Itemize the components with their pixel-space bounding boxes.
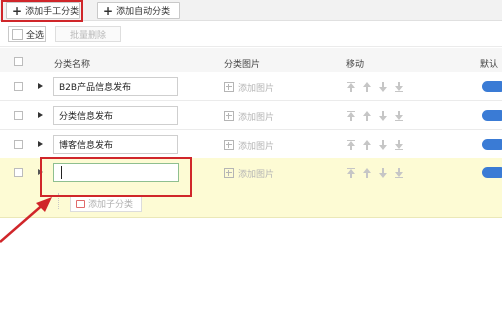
default-toggle[interactable] bbox=[482, 139, 502, 150]
move-up-icon[interactable] bbox=[362, 111, 372, 121]
move-down-icon[interactable] bbox=[378, 168, 388, 178]
plus-icon: + bbox=[103, 3, 114, 18]
add-image-button[interactable]: 添加图片 bbox=[224, 81, 275, 94]
add-subcategory-icon bbox=[76, 199, 85, 208]
header-checkbox[interactable] bbox=[14, 57, 23, 66]
move-top-icon[interactable] bbox=[346, 111, 356, 121]
select-all-button[interactable]: 全选 bbox=[8, 26, 46, 42]
move-bottom-icon[interactable] bbox=[394, 168, 404, 178]
move-controls bbox=[346, 168, 404, 178]
add-image-label: 添加图片 bbox=[238, 83, 275, 94]
move-down-icon[interactable] bbox=[378, 111, 388, 121]
bulk-delete-button[interactable]: 批量删除 bbox=[55, 26, 121, 42]
column-header-default: 默认 bbox=[480, 60, 499, 70]
move-top-icon[interactable] bbox=[346, 82, 356, 92]
move-controls bbox=[346, 82, 404, 92]
category-name-field[interactable]: B2B产品信息发布 bbox=[53, 77, 178, 96]
add-auto-category-label: 添加自动分类 bbox=[116, 7, 171, 17]
move-top-icon[interactable] bbox=[346, 140, 356, 150]
row-checkbox[interactable] bbox=[14, 82, 23, 91]
move-down-icon[interactable] bbox=[378, 140, 388, 150]
add-image-button[interactable]: 添加图片 bbox=[224, 110, 275, 123]
add-auto-category-button[interactable]: + 添加自动分类 bbox=[97, 2, 180, 19]
select-all-checkbox[interactable] bbox=[12, 28, 23, 40]
move-up-icon[interactable] bbox=[362, 140, 372, 150]
add-image-label: 添加图片 bbox=[238, 112, 275, 123]
row-checkbox[interactable] bbox=[14, 168, 23, 177]
category-name-field[interactable]: 分类信息发布 bbox=[53, 106, 178, 125]
move-bottom-icon[interactable] bbox=[394, 140, 404, 150]
add-image-label: 添加图片 bbox=[238, 169, 275, 180]
add-image-icon bbox=[224, 111, 234, 121]
bulk-delete-label: 批量删除 bbox=[69, 30, 106, 41]
move-top-icon[interactable] bbox=[346, 168, 356, 178]
move-up-icon[interactable] bbox=[362, 82, 372, 92]
move-down-icon[interactable] bbox=[378, 82, 388, 92]
default-toggle[interactable] bbox=[482, 81, 502, 92]
expand-caret-icon[interactable] bbox=[38, 141, 43, 147]
add-image-icon bbox=[224, 140, 234, 150]
add-image-icon bbox=[224, 82, 234, 92]
select-all-label: 全选 bbox=[26, 30, 45, 41]
move-bottom-icon[interactable] bbox=[394, 111, 404, 121]
column-header-image: 分类图片 bbox=[224, 60, 261, 70]
annotation-highlight-box bbox=[1, 0, 83, 22]
add-image-icon bbox=[224, 168, 234, 178]
add-image-label: 添加图片 bbox=[238, 141, 275, 152]
row-checkbox[interactable] bbox=[14, 111, 23, 120]
expand-caret-icon[interactable] bbox=[38, 83, 43, 89]
column-header-move: 移动 bbox=[346, 60, 365, 70]
row-checkbox[interactable] bbox=[14, 140, 23, 149]
move-controls bbox=[346, 111, 404, 121]
add-subcategory-label: 添加子分类 bbox=[88, 200, 134, 210]
add-image-button[interactable]: 添加图片 bbox=[224, 167, 275, 180]
default-toggle[interactable] bbox=[482, 110, 502, 121]
category-name-field[interactable]: 博客信息发布 bbox=[53, 135, 178, 154]
move-bottom-icon[interactable] bbox=[394, 82, 404, 92]
expand-caret-icon[interactable] bbox=[38, 112, 43, 118]
move-up-icon[interactable] bbox=[362, 168, 372, 178]
add-subcategory-button[interactable]: 添加子分类 bbox=[70, 195, 142, 212]
default-toggle[interactable] bbox=[482, 167, 502, 178]
move-controls bbox=[346, 140, 404, 150]
annotation-arrow-icon bbox=[0, 197, 52, 243]
add-image-button[interactable]: 添加图片 bbox=[224, 139, 275, 152]
column-header-name: 分类名称 bbox=[54, 60, 91, 70]
